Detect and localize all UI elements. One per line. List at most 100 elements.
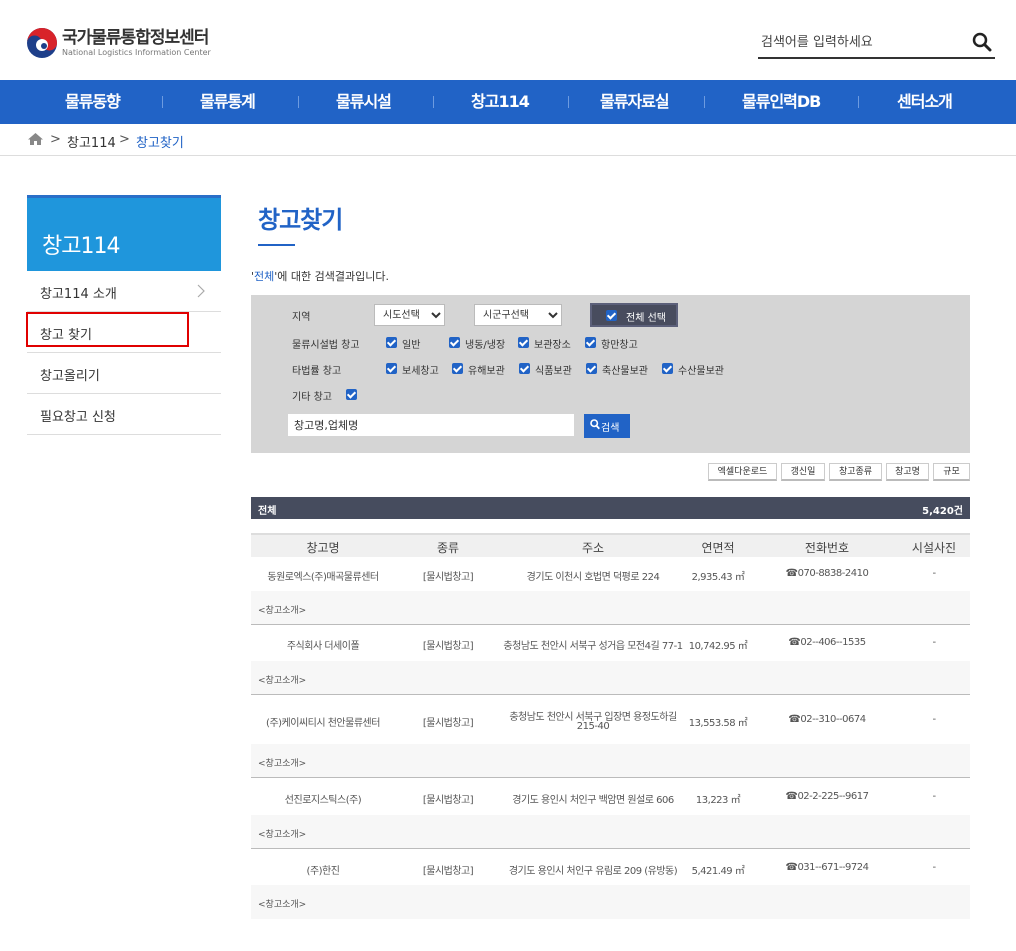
logo-english-text: National Logistics Information Center xyxy=(62,47,211,57)
warehouse-photo: - xyxy=(932,637,936,648)
gnb-item-logistics-stats[interactable]: 물류통계 xyxy=(200,80,256,124)
table-row[interactable]: (주)케이씨티시 천안물류센터 [물시법창고] 충청남도 천안시 서북구 입장면… xyxy=(251,696,970,744)
total-label: 전체 xyxy=(258,506,277,517)
warehouse-name-input[interactable] xyxy=(288,414,574,436)
checkbox-label: 축산물보관 xyxy=(602,366,648,377)
checkbox-checked-icon xyxy=(519,363,530,374)
checkbox-label: 수산물보관 xyxy=(678,366,724,377)
table-row[interactable]: (주)한진 [물시법창고] 경기도 용인시 처인구 유림로 209 (유방동) … xyxy=(251,850,970,885)
sort-size-button[interactable]: 규모 xyxy=(933,463,970,481)
site-search-input[interactable] xyxy=(758,30,958,54)
checkbox-checked-icon xyxy=(346,389,357,400)
checkbox-label: 보세창고 xyxy=(402,366,439,377)
warehouse-intro-row: <창고소개> xyxy=(251,885,970,919)
table-row[interactable]: 선진로지스틱스(주) [물시법창고] 경기도 용인시 처인구 백암면 원설로 6… xyxy=(251,780,970,815)
warehouse-intro-link[interactable]: <창고소개> xyxy=(258,673,306,686)
taegeuk-logo-icon xyxy=(26,27,58,59)
gnb-item-logistics-trend[interactable]: 물류동향 xyxy=(65,80,121,124)
lnb-item-request-warehouse[interactable]: 필요창고 신청 xyxy=(27,394,221,435)
warehouse-address: 경기도 용인시 처인구 백암면 원설로 606 xyxy=(512,795,674,806)
highlight-box xyxy=(26,312,189,347)
warehouse-name[interactable]: 주식회사 더세이폴 xyxy=(287,637,360,652)
breadcrumb-separator: > xyxy=(50,132,61,147)
checkbox-label: 항만창고 xyxy=(601,340,638,351)
page-title: 창고찾기 xyxy=(258,206,343,234)
warehouse-intro-link[interactable]: <창고소개> xyxy=(258,827,306,840)
warehouse-address-line2: 215-40 xyxy=(576,721,610,732)
warehouse-photo: - xyxy=(932,862,936,873)
gnb-item-warehouse114[interactable]: 창고114 xyxy=(471,80,530,124)
warehouse-area: 13,223 ㎡ xyxy=(695,795,741,806)
warehouse-name[interactable]: (주)한진 xyxy=(307,862,340,877)
checkbox-checked-icon xyxy=(606,310,617,321)
lnb-title-box: 창고114 xyxy=(27,195,221,271)
excel-download-button[interactable]: 엑셀다운로드 xyxy=(708,463,777,481)
sigungu-select[interactable]: 시군구선택 xyxy=(474,304,562,326)
total-count: 5,420건 xyxy=(922,506,963,517)
table-row[interactable]: 동원로엑스(주)매곡물류센터 [물시법창고] 경기도 이천시 호법면 덕평로 2… xyxy=(251,557,970,591)
warehouse-type: [물시법창고] xyxy=(422,641,474,652)
column-header-photo: 시설사진 xyxy=(911,541,957,555)
checkbox-checked-icon xyxy=(585,337,596,348)
checkbox-label: 냉동/냉장 xyxy=(465,340,506,351)
column-header-area: 연면적 xyxy=(701,541,735,555)
other-law-label: 타법률 창고 xyxy=(292,366,342,377)
sido-select[interactable]: 시도선택 xyxy=(374,304,445,326)
site-logo[interactable]: 국가물류통합정보센터 National Logistics Informatio… xyxy=(26,27,211,59)
gnb-item-about[interactable]: 센터소개 xyxy=(897,80,953,124)
checkbox-label: 일반 xyxy=(402,340,421,351)
table-row[interactable]: 주식회사 더세이폴 [물시법창고] 충청남도 천안시 서북구 성거읍 모전4길 … xyxy=(251,626,970,661)
breadcrumb-item-warehouse114[interactable]: 창고114 xyxy=(67,132,116,151)
warehouse-type: [물시법창고] xyxy=(422,718,474,729)
lnb-item-label: 창고올리기 xyxy=(40,369,100,384)
warehouse-intro-link[interactable]: <창고소개> xyxy=(258,603,306,616)
region-label: 지역 xyxy=(292,312,311,323)
warehouse-intro-link[interactable]: <창고소개> xyxy=(258,897,306,910)
warehouse-intro-link[interactable]: <창고소개> xyxy=(258,756,306,769)
gnb-item-archive[interactable]: 물류자료실 xyxy=(600,80,670,124)
warehouse-phone: ☎02--406--1535 xyxy=(788,637,866,648)
sort-name-button[interactable]: 창고명 xyxy=(886,463,929,481)
column-header-phone: 전화번호 xyxy=(804,541,850,555)
search-icon[interactable] xyxy=(972,32,992,52)
warehouse-type: [물시법창고] xyxy=(422,795,474,806)
warehouse-type: [물시법창고] xyxy=(422,572,474,583)
column-header-name: 창고명 xyxy=(306,541,340,555)
total-count-bar: 전체 5,420건 xyxy=(251,497,970,519)
gnb-divider xyxy=(298,96,299,108)
gnb-divider xyxy=(568,96,569,108)
warehouse-area: 13,553.58 ㎡ xyxy=(688,718,748,729)
checkbox-label: 유해보관 xyxy=(468,366,505,377)
gnb-divider xyxy=(704,96,705,108)
select-all-button[interactable]: 전체 선택 xyxy=(590,303,678,327)
gnb-item-manpower-db[interactable]: 물류인력DB xyxy=(742,80,821,124)
gnb-item-logistics-facilities[interactable]: 물류시설 xyxy=(336,80,392,124)
checkbox-checked-icon xyxy=(518,337,529,348)
table-header: 창고명 종류 주소 연면적 전화번호 시설사진 xyxy=(251,533,970,557)
home-icon[interactable] xyxy=(28,133,43,149)
warehouse-address: 충청남도 천안시 서북구 성거읍 모전4길 77-1 xyxy=(503,641,683,652)
title-underline xyxy=(258,244,295,246)
warehouse-photo: - xyxy=(932,791,936,802)
warehouse-name[interactable]: (주)케이씨티시 천안물류센터 xyxy=(266,714,380,729)
checkbox-checked-icon xyxy=(386,337,397,348)
site-search xyxy=(758,30,995,59)
warehouse-name[interactable]: 선진로지스틱스(주) xyxy=(285,791,362,806)
warehouse-intro-row: <창고소개> xyxy=(251,744,970,778)
checkbox-label: 식품보관 xyxy=(535,366,572,377)
chevron-right-icon xyxy=(197,284,205,298)
sort-type-button[interactable]: 창고종류 xyxy=(829,463,882,481)
checkbox-checked-icon xyxy=(449,337,460,348)
warehouse-phone: ☎031--671--9724 xyxy=(785,862,869,873)
sort-updated-button[interactable]: 갱신일 xyxy=(781,463,825,481)
warehouse-intro-row: <창고소개> xyxy=(251,591,970,625)
warehouse-address: 경기도 용인시 처인구 유림로 209 (유방동) xyxy=(508,866,678,877)
lnb-item-register-warehouse[interactable]: 창고올리기 xyxy=(27,353,221,394)
warehouse-name[interactable]: 동원로엑스(주)매곡물류센터 xyxy=(267,568,379,583)
warehouse-phone: ☎070-8838-2410 xyxy=(785,568,869,579)
checkbox-checked-icon xyxy=(386,363,397,374)
lnb-item-intro[interactable]: 창고114 소개 xyxy=(27,271,221,312)
law-warehouse-label: 물류시설법 창고 xyxy=(292,340,360,351)
search-button[interactable]: 검색 xyxy=(584,414,630,438)
warehouse-type: [물시법창고] xyxy=(422,866,474,877)
